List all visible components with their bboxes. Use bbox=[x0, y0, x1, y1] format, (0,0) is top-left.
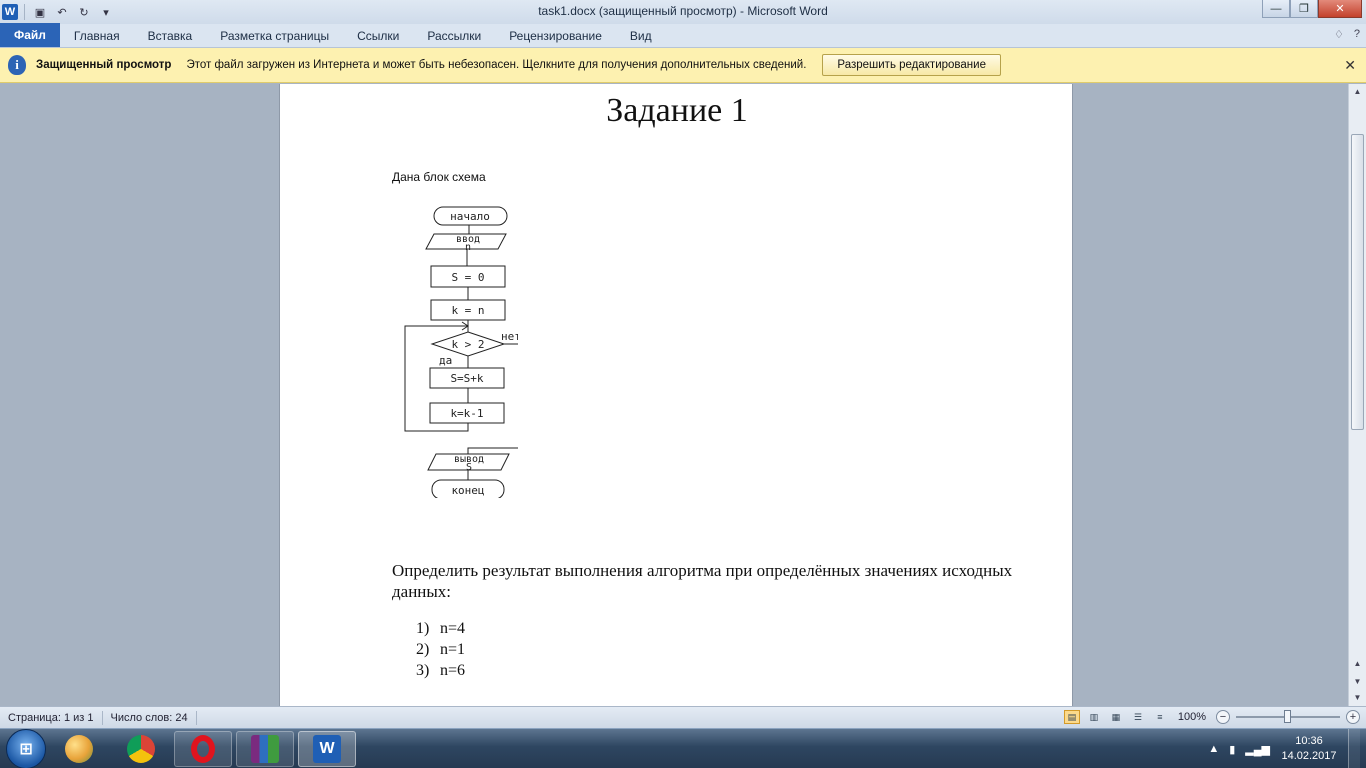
tab-insert[interactable]: Вставка bbox=[134, 25, 207, 47]
show-hidden-icons-icon[interactable]: ▲ bbox=[1208, 743, 1219, 755]
flowchart-no-label: нет bbox=[501, 330, 518, 343]
flowchart-sum-label: S=S+k bbox=[450, 372, 483, 385]
winrar-app-icon[interactable] bbox=[236, 730, 294, 767]
window-controls: — ❐ ✕ bbox=[1262, 0, 1362, 18]
scroll-down-icon[interactable]: ▼ bbox=[1349, 690, 1366, 704]
start-button[interactable]: ⊞ bbox=[6, 728, 46, 768]
zoom-out-icon[interactable]: − bbox=[1216, 710, 1230, 724]
flowchart-assign-k-label: k = n bbox=[451, 304, 484, 317]
word-count[interactable]: Число слов: 24 bbox=[103, 710, 197, 725]
document-heading: Задание 1 bbox=[606, 92, 748, 129]
clock[interactable]: 10:36 14.02.2017 bbox=[1280, 734, 1338, 764]
network-icon[interactable]: ▂▄▆ bbox=[1245, 743, 1270, 756]
tab-references[interactable]: Ссылки bbox=[343, 25, 413, 47]
ribbon-tabs: Файл Главная Вставка Разметка страницы С… bbox=[0, 23, 1366, 48]
print-layout-view-icon[interactable]: ▤ bbox=[1063, 710, 1080, 724]
show-desktop-button[interactable] bbox=[1348, 729, 1360, 768]
undo-icon[interactable]: ↶ bbox=[53, 3, 71, 21]
tab-review[interactable]: Рецензирование bbox=[495, 25, 616, 47]
word-taskbar-icon[interactable]: W bbox=[298, 730, 356, 767]
list-item-text: n=6 bbox=[440, 662, 466, 679]
tab-page-layout[interactable]: Разметка страницы bbox=[206, 25, 343, 47]
scrollbar-thumb[interactable] bbox=[1351, 134, 1364, 430]
ribbon-right-controls: ♢ ? bbox=[1334, 28, 1360, 41]
list-item-text: n=4 bbox=[440, 620, 466, 637]
word-app-icon[interactable]: W bbox=[2, 4, 18, 20]
flowchart-assign-s-label: S = 0 bbox=[451, 271, 484, 284]
list-item-number: 3) bbox=[416, 662, 430, 679]
close-icon[interactable]: ✕ bbox=[1344, 57, 1356, 74]
flowchart-input-variable: n bbox=[465, 242, 471, 253]
list-item-number: 2) bbox=[416, 641, 430, 658]
redo-icon[interactable]: ↻ bbox=[75, 3, 93, 21]
list-item-text: n=1 bbox=[440, 641, 466, 658]
reading-view-icon[interactable]: ▥ bbox=[1086, 710, 1102, 724]
list-item: 1) n=4 bbox=[416, 620, 465, 641]
flowchart-yes-label: да bbox=[439, 354, 452, 367]
document-area: Задание 1 Дана блок схема начало ввод n … bbox=[0, 84, 1348, 706]
maximize-button[interactable]: ❐ bbox=[1290, 0, 1318, 18]
list-item: 2) n=1 bbox=[416, 641, 465, 662]
minimize-button[interactable]: — bbox=[1262, 0, 1290, 18]
paint-app-icon[interactable] bbox=[50, 731, 108, 767]
zoom-slider[interactable] bbox=[1236, 710, 1340, 723]
title-bar: W ▣ ↶ ↻ ▾ task1.docx (защищенный просмот… bbox=[0, 0, 1366, 24]
flowchart-condition-label: k > 2 bbox=[451, 338, 484, 351]
taskbar: ⊞ W ▲ ▮ ▂▄▆ 10:36 14.02.2017 bbox=[0, 728, 1366, 768]
tab-view[interactable]: Вид bbox=[616, 25, 666, 47]
answer-list: 1) n=4 2) n=1 3) n=6 bbox=[416, 620, 465, 683]
clock-time: 10:36 bbox=[1295, 735, 1323, 747]
status-bar: Страница: 1 из 1 Число слов: 24 ▤ ▥ ▦ ☰ … bbox=[0, 706, 1366, 728]
document-page: Задание 1 Дана блок схема начало ввод n … bbox=[279, 84, 1073, 706]
document-intro: Дана блок схема bbox=[392, 170, 486, 184]
save-icon[interactable]: ▣ bbox=[31, 3, 49, 21]
outline-view-icon[interactable]: ☰ bbox=[1130, 710, 1146, 724]
zoom-level[interactable]: 100% bbox=[1178, 711, 1206, 723]
vertical-scrollbar[interactable]: ▲ ▲ ▼ ▼ bbox=[1348, 84, 1366, 706]
close-window-button[interactable]: ✕ bbox=[1318, 0, 1362, 18]
window-title: task1.docx (защищенный просмотр) - Micro… bbox=[538, 4, 828, 18]
opera-app-icon[interactable] bbox=[174, 730, 232, 767]
scroll-up-icon[interactable]: ▲ bbox=[1349, 84, 1366, 98]
help-icon[interactable]: ? bbox=[1354, 28, 1360, 41]
scroll-up-page-icon[interactable]: ▲ bbox=[1349, 656, 1366, 670]
task-question: Определить результат выполнения алгоритм… bbox=[392, 561, 1013, 601]
zoom-slider-knob[interactable] bbox=[1284, 710, 1291, 723]
zoom-in-icon[interactable]: + bbox=[1346, 710, 1360, 724]
draft-view-icon[interactable]: ≡ bbox=[1152, 710, 1168, 724]
protected-view-bar[interactable]: i Защищенный просмотр Этот файл загружен… bbox=[0, 48, 1366, 83]
info-icon: i bbox=[8, 55, 26, 75]
minimize-ribbon-icon[interactable]: ♢ bbox=[1334, 28, 1344, 41]
tab-file[interactable]: Файл bbox=[0, 23, 60, 47]
view-zoom-controls: ▤ ▥ ▦ ☰ ≡ 100% − + bbox=[1063, 710, 1360, 724]
scroll-down-page-icon[interactable]: ▼ bbox=[1349, 674, 1366, 688]
flowchart-end-label: конец bbox=[451, 484, 484, 497]
page-count[interactable]: Страница: 1 из 1 bbox=[0, 710, 103, 725]
battery-icon[interactable]: ▮ bbox=[1229, 743, 1235, 756]
flowchart-connectors bbox=[404, 225, 518, 480]
protected-view-title: Защищенный просмотр bbox=[36, 59, 172, 71]
list-item-number: 1) bbox=[416, 620, 430, 637]
clock-date: 14.02.2017 bbox=[1281, 750, 1337, 762]
flowchart-output-variable: S bbox=[466, 462, 472, 473]
customize-toolbar-icon[interactable]: ▾ bbox=[97, 3, 115, 21]
chrome-app-icon[interactable] bbox=[112, 731, 170, 767]
system-tray: ▲ ▮ ▂▄▆ 10:36 14.02.2017 bbox=[1208, 729, 1366, 768]
enable-editing-button[interactable]: Разрешить редактирование bbox=[822, 54, 1001, 76]
quick-access-toolbar: W ▣ ↶ ↻ ▾ bbox=[0, 0, 115, 24]
toolbar-divider bbox=[24, 4, 25, 20]
flowchart-start-label: начало bbox=[450, 210, 490, 223]
tab-home[interactable]: Главная bbox=[60, 25, 134, 47]
flowchart: начало ввод n S = 0 k = n k > 2 нет да S… bbox=[404, 206, 518, 498]
flowchart-decrement-label: k=k-1 bbox=[450, 407, 483, 420]
protected-view-message[interactable]: Этот файл загружен из Интернета и может … bbox=[186, 59, 806, 71]
list-item: 3) n=6 bbox=[416, 662, 465, 683]
web-layout-view-icon[interactable]: ▦ bbox=[1108, 710, 1124, 724]
tab-mailings[interactable]: Рассылки bbox=[413, 25, 495, 47]
